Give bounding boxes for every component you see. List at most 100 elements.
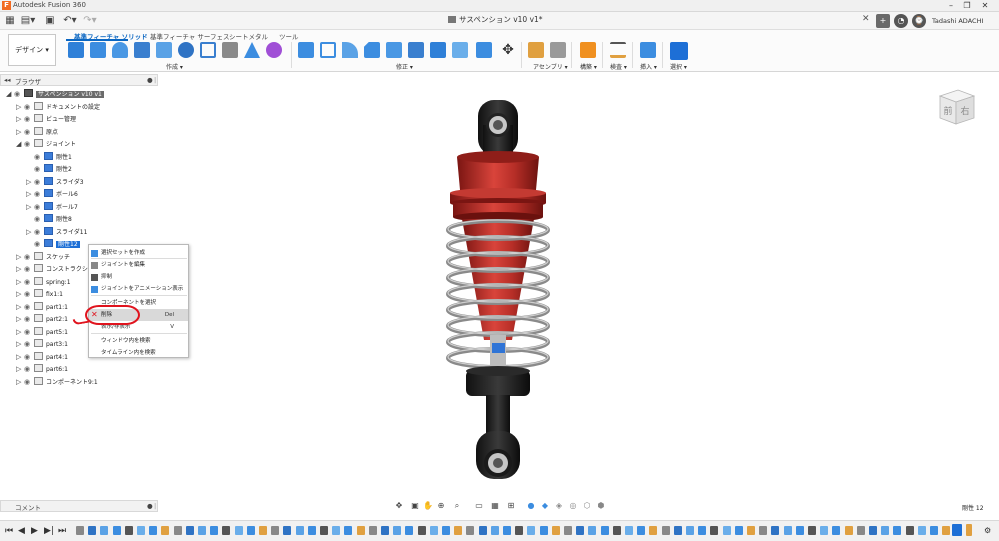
browser-tree-item[interactable]: ▷ ◉ part2:1 (16, 313, 68, 325)
timeline-feature-icon[interactable] (124, 526, 133, 535)
timeline-feature-icon[interactable] (490, 526, 499, 535)
visibility-eye-icon[interactable]: ◉ (14, 88, 24, 100)
expand-toggle-icon[interactable]: ▷ (26, 188, 34, 200)
timeline-feature-icon[interactable] (893, 526, 902, 535)
timeline-feature-icon[interactable] (625, 526, 633, 535)
timeline-feature-icon[interactable] (295, 526, 304, 535)
orbit-icon[interactable]: ✥ (394, 501, 404, 511)
pyramid-icon[interactable] (244, 42, 260, 58)
visibility-eye-icon[interactable]: ◉ (34, 201, 44, 213)
visibility-eye-icon[interactable]: ◉ (34, 151, 44, 163)
visibility-eye-icon[interactable]: ◉ (24, 126, 34, 138)
browser-tree-item[interactable]: ◉ 剛性12 (26, 238, 80, 250)
timeline-feature-icon[interactable] (771, 526, 780, 535)
expand-toggle-icon[interactable]: ◢ (16, 138, 24, 150)
lower-body[interactable] (466, 366, 530, 479)
browser-tree-item[interactable]: ▷ ◉ fix1:1 (16, 288, 63, 300)
undo-icon[interactable]: ↶▾ (62, 14, 78, 28)
visibility-eye-icon[interactable]: ◉ (34, 176, 44, 188)
expand-toggle-icon[interactable]: ▷ (16, 288, 24, 300)
context-menu-item[interactable]: ジョイントを編集 (89, 259, 188, 271)
expand-toggle-icon[interactable]: ▷ (16, 126, 24, 138)
sweep-icon[interactable] (134, 42, 150, 58)
timeline-play-icon[interactable]: ▶ (31, 526, 38, 536)
timeline-current-feature[interactable] (952, 524, 962, 536)
document-tab[interactable]: サスペンション v10 v1* (448, 14, 543, 25)
timeline-feature-icon[interactable] (320, 526, 328, 535)
visibility-eye-icon[interactable]: ◉ (24, 113, 34, 125)
timeline-feature-icon[interactable] (612, 526, 621, 535)
offset-plane-icon[interactable] (580, 42, 596, 58)
fit-icon[interactable]: ⌕ (452, 501, 462, 511)
redo-icon[interactable]: ↷▾ (82, 14, 98, 28)
timeline-feature-icon[interactable] (869, 526, 877, 535)
expand-toggle-icon[interactable]: ▷ (16, 276, 24, 288)
context-menu-item[interactable]: ジョイントをアニメーション表示 (89, 283, 188, 295)
browser-tree-item[interactable]: ▷ ◉ 原点 (16, 126, 58, 138)
timeline-feature-icon[interactable] (198, 526, 206, 535)
visibility-eye-icon[interactable]: ◉ (34, 213, 44, 225)
timeline-feature-icon[interactable] (649, 526, 658, 535)
press-pull-icon[interactable] (298, 42, 314, 58)
collapse-browser-icon[interactable]: ◂◂ (4, 76, 11, 84)
timeline-feature-icon[interactable] (856, 526, 865, 535)
timeline-feature-icon[interactable] (698, 526, 707, 535)
timeline-feature-icon[interactable] (271, 526, 280, 535)
browser-root-item[interactable]: ◢ ◉ サスペンション v10 v1 (6, 88, 104, 100)
timeline-feature-icon[interactable] (368, 526, 377, 535)
timeline-feature-icon[interactable] (259, 526, 267, 535)
mirror-icon[interactable] (222, 42, 238, 58)
timeline-feature-icon[interactable] (759, 526, 768, 535)
browser-tree-item[interactable]: ▷ ◉ part4:1 (16, 351, 68, 363)
group-inspect[interactable]: 検査 ▾ (610, 62, 627, 71)
move-copy-icon[interactable]: ✥ (500, 42, 516, 58)
visibility-eye-icon[interactable]: ◉ (24, 251, 34, 263)
timeline-feature-icon[interactable] (551, 526, 560, 535)
render-icon-6[interactable]: ⬢ (596, 501, 606, 511)
timeline-feature-icon[interactable] (527, 526, 536, 535)
visibility-eye-icon[interactable]: ◉ (24, 138, 34, 150)
comments-resize-icon[interactable]: | (154, 502, 156, 510)
timeline-feature-icon[interactable] (173, 526, 182, 535)
expand-toggle-icon[interactable]: ▷ (16, 351, 24, 363)
context-menu-item[interactable]: 抑制 (89, 271, 188, 283)
timeline-start-icon[interactable]: ⏮ (5, 526, 13, 536)
timeline-feature-icon[interactable] (307, 526, 316, 535)
expand-toggle-icon[interactable]: ▷ (26, 176, 34, 188)
visibility-eye-icon[interactable]: ◉ (24, 301, 34, 313)
viewports-icon[interactable]: ⊞ (506, 501, 516, 511)
render-icon-3[interactable]: ◈ (554, 501, 564, 511)
select-icon[interactable] (670, 42, 688, 60)
timeline-feature-icon[interactable] (722, 526, 731, 535)
timeline-feature-icon[interactable] (442, 526, 450, 535)
visibility-eye-icon[interactable]: ◉ (24, 276, 34, 288)
timeline-end-icon[interactable]: ⏭ (58, 526, 66, 536)
visibility-eye-icon[interactable]: ◉ (24, 263, 34, 275)
hole-icon[interactable] (178, 42, 194, 58)
timeline-feature-icon[interactable] (234, 526, 243, 535)
render-icon-1[interactable]: ● (526, 501, 536, 511)
visibility-eye-icon[interactable]: ◉ (24, 351, 34, 363)
visibility-eye-icon[interactable]: ◉ (24, 338, 34, 350)
file-menu-icon[interactable]: ▤▾ (20, 14, 36, 28)
timeline-feature-icon[interactable] (881, 526, 890, 535)
timeline-feature-icon[interactable] (161, 526, 170, 535)
render-icon-5[interactable]: ⬡ (582, 501, 592, 511)
visibility-eye-icon[interactable]: ◉ (24, 326, 34, 338)
combine-icon[interactable] (430, 42, 446, 58)
timeline-feature-icon[interactable] (576, 526, 585, 535)
expand-toggle-icon[interactable]: ▷ (16, 338, 24, 350)
timeline-feature-icon[interactable] (149, 526, 158, 535)
browser-tree-item[interactable]: ▷ ◉ ボール6 (26, 188, 78, 200)
browser-tree-item[interactable]: ◢ ◉ ジョイント (16, 138, 76, 150)
browser-tree-item[interactable]: ▷ ◉ スライダ3 (26, 176, 84, 188)
revolve-icon[interactable] (112, 42, 128, 58)
group-select[interactable]: 選択 ▾ (670, 62, 687, 71)
save-icon[interactable]: ▣ (44, 14, 56, 28)
timeline-feature-icon[interactable] (76, 526, 84, 535)
browser-tree-item[interactable]: ▷ ◉ ビュー管理 (16, 113, 76, 125)
timeline-feature-icon[interactable] (637, 526, 646, 535)
render-icon-4[interactable]: ◎ (568, 501, 578, 511)
visibility-eye-icon[interactable]: ◉ (24, 288, 34, 300)
context-menu-item[interactable]: タイムライン内を検索 (89, 347, 188, 359)
